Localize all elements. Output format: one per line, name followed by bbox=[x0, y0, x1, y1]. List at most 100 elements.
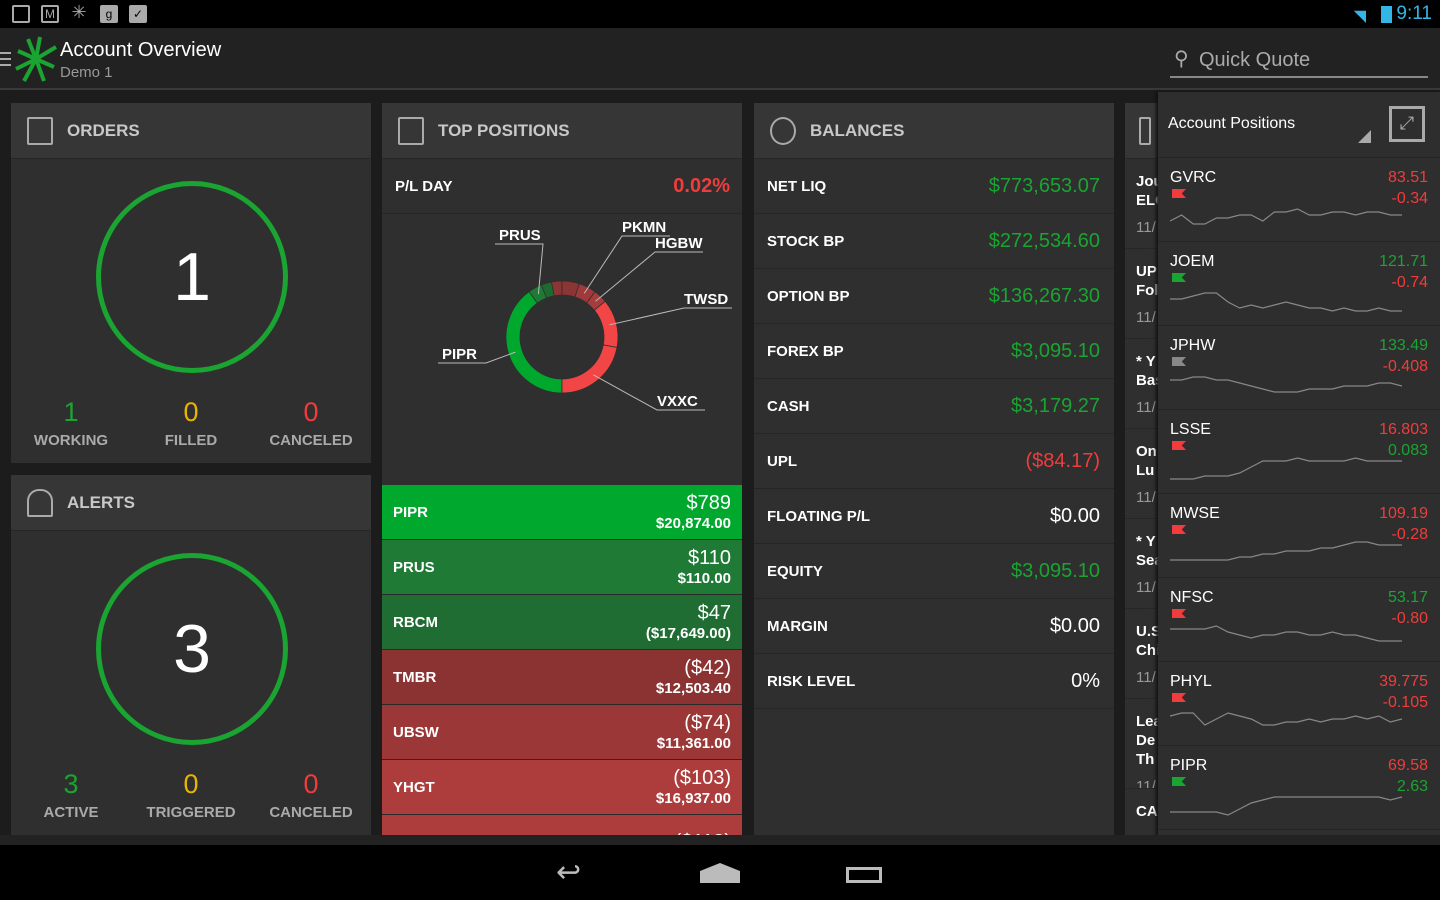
stat-label: CANCELED bbox=[269, 804, 353, 821]
account-position-row[interactable]: MWSE 109.19 -0.28 bbox=[1158, 494, 1440, 578]
alerts-stat-active[interactable]: 3 ACTIVE bbox=[11, 769, 131, 821]
balance-value: $0.00 bbox=[1049, 504, 1100, 527]
position-price: 121.71 bbox=[1379, 253, 1428, 270]
position-symbol: TMBR bbox=[393, 668, 437, 686]
recent-apps-icon[interactable] bbox=[846, 867, 882, 883]
position-symbol: JPHW bbox=[1170, 337, 1216, 354]
bell-icon bbox=[27, 488, 53, 517]
balance-label: STOCK BP bbox=[767, 232, 845, 250]
balances-title: BALANCES bbox=[810, 120, 905, 140]
account-position-row[interactable]: JOEM 121.71 -0.74 bbox=[1158, 242, 1440, 326]
position-price: 39.775 bbox=[1379, 673, 1428, 690]
alerts-total: 3 bbox=[96, 553, 288, 745]
position-row[interactable]: ($118) bbox=[382, 815, 742, 835]
page-title: Account Overview bbox=[60, 39, 222, 61]
position-row[interactable]: PRUS $110 $110.00 bbox=[382, 540, 742, 595]
briefcase-icon bbox=[398, 116, 424, 145]
donut-label: PKMN bbox=[622, 219, 666, 236]
flag-icon bbox=[1172, 525, 1186, 534]
balance-label: FLOATING P/L bbox=[767, 507, 871, 525]
expand-icon[interactable]: ⤢ bbox=[1389, 106, 1425, 142]
menu-icon[interactable] bbox=[0, 52, 11, 66]
sparkline-line bbox=[1170, 457, 1402, 480]
sparkline bbox=[1170, 208, 1402, 225]
pl-day-label: P/L DAY bbox=[395, 177, 453, 195]
position-pl: $110 bbox=[687, 547, 731, 569]
document-icon bbox=[27, 116, 53, 145]
back-icon[interactable]: ↩ bbox=[556, 855, 581, 890]
position-pl: ($74) bbox=[684, 712, 731, 734]
account-position-row[interactable]: PHYL 39.775 -0.105 bbox=[1158, 662, 1440, 746]
position-row[interactable]: PIPR $789 $20,874.00 bbox=[382, 485, 742, 540]
balance-value: $3,095.10 bbox=[1011, 559, 1100, 582]
gmail-icon: M bbox=[41, 5, 59, 23]
sparkline-line bbox=[1170, 208, 1402, 225]
app-icon: ✳ bbox=[71, 2, 87, 22]
position-symbol: UBSW bbox=[393, 723, 439, 741]
position-symbol: LSSE bbox=[1170, 421, 1211, 438]
divider bbox=[0, 835, 1440, 845]
position-row[interactable]: UBSW ($74) $11,361.00 bbox=[382, 705, 742, 760]
flag-icon bbox=[1172, 441, 1186, 450]
balance-value: $3,179.27 bbox=[1011, 394, 1100, 417]
position-price: 109.19 bbox=[1379, 505, 1428, 522]
donut-label: HGBW bbox=[655, 235, 703, 252]
stat-value: 0 bbox=[183, 397, 199, 427]
account-positions-dropdown[interactable]: Account Positions bbox=[1168, 115, 1295, 133]
account-position-row[interactable]: JPHW 133.49 -0.408 bbox=[1158, 326, 1440, 410]
positions-donut-chart[interactable]: PIPR PRUS PKMNHGBW TWSD VXXC bbox=[382, 214, 742, 480]
alerts-stat-canceled[interactable]: 0 CANCELED bbox=[251, 769, 371, 821]
orders-stat-canceled[interactable]: 0 CANCELED bbox=[251, 397, 371, 449]
account-position-row[interactable]: NFSC 53.17 -0.80 bbox=[1158, 578, 1440, 662]
balance-value: ($84.17) bbox=[1025, 449, 1101, 472]
app-logo-icon[interactable] bbox=[14, 35, 58, 83]
orders-stat-filled[interactable]: 0 FILLED bbox=[131, 397, 251, 449]
balance-row: NET LIQ $773,653.07 bbox=[754, 159, 1114, 214]
position-value: $20,874.00 bbox=[655, 515, 731, 532]
stat-value: 0 bbox=[183, 769, 199, 799]
sparkline-line bbox=[1170, 625, 1402, 642]
orders-panel[interactable]: ORDERS 1 1 WORKING 0 FILLED 0 CANCELED bbox=[11, 103, 371, 463]
flag-icon bbox=[1172, 357, 1186, 366]
orders-title: ORDERS bbox=[67, 120, 140, 140]
balance-value: $272,534.60 bbox=[988, 229, 1100, 252]
balances-panel[interactable]: BALANCES NET LIQ $773,653.07 STOCK BP $272,… bbox=[754, 103, 1114, 835]
stat-label: WORKING bbox=[33, 432, 109, 449]
top-positions-panel[interactable]: TOP POSITIONS P/L DAY 0.02% PIPR PRUS PKMN H… bbox=[382, 103, 742, 835]
donut-segment-pipr[interactable] bbox=[505, 291, 563, 394]
position-symbol: NFSC bbox=[1170, 589, 1214, 606]
position-price: 16.803 bbox=[1379, 421, 1428, 438]
position-symbol: PIPR bbox=[1170, 757, 1208, 774]
clock: 9:11 bbox=[1396, 3, 1432, 24]
position-row[interactable]: TMBR ($42) $12,503.40 bbox=[382, 650, 742, 705]
home-icon[interactable] bbox=[700, 863, 740, 883]
account-position-row[interactable]: LSSE 16.803 0.083 bbox=[1158, 410, 1440, 494]
account-position-row[interactable]: GVRC 83.51 -0.34 bbox=[1158, 158, 1440, 242]
alerts-panel[interactable]: ALERTS 3 3 ACTIVE 0 TRIGGERED 0 CANCELED bbox=[11, 475, 371, 835]
coins-icon bbox=[770, 116, 796, 145]
orders-stat-working[interactable]: 1 WORKING bbox=[11, 397, 131, 449]
news-icon bbox=[1139, 116, 1151, 145]
position-price: 83.51 bbox=[1387, 169, 1428, 186]
sparkline bbox=[1170, 541, 1402, 561]
alerts-stat-triggered[interactable]: 0 TRIGGERED bbox=[131, 769, 251, 821]
stat-label: FILLED bbox=[164, 432, 218, 449]
dropdown-arrow-icon[interactable] bbox=[1358, 130, 1371, 143]
account-position-row[interactable]: PIPR 69.58 2.63 bbox=[1158, 746, 1440, 830]
balance-label: CASH bbox=[767, 397, 810, 415]
quick-quote-input[interactable]: ⚲ Quick Quote bbox=[1170, 44, 1428, 78]
balance-value: $0.00 bbox=[1049, 614, 1100, 637]
position-symbol: YHGT bbox=[393, 778, 435, 796]
donut-segment-twsd[interactable] bbox=[593, 300, 619, 348]
position-symbol: RBCM bbox=[393, 613, 438, 631]
account-positions-drawer[interactable]: Account Positions ⤢ GVRC 83.51 -0.34 JOEM 12… bbox=[1158, 92, 1440, 845]
position-row[interactable]: RBCM $47 ($17,649.00) bbox=[382, 595, 742, 650]
search-icon: ⚲ bbox=[1174, 48, 1189, 70]
balance-row: OPTION BP $136,267.30 bbox=[754, 269, 1114, 324]
position-row[interactable]: YHGT ($103) $16,937.00 bbox=[382, 760, 742, 815]
balance-row: FOREX BP $3,095.10 bbox=[754, 324, 1114, 379]
balance-row: UPL ($84.17) bbox=[754, 434, 1114, 489]
balance-value: $136,267.30 bbox=[988, 284, 1100, 307]
donut-segment-vxxc[interactable] bbox=[561, 344, 618, 394]
position-value: $16,937.00 bbox=[655, 790, 731, 807]
